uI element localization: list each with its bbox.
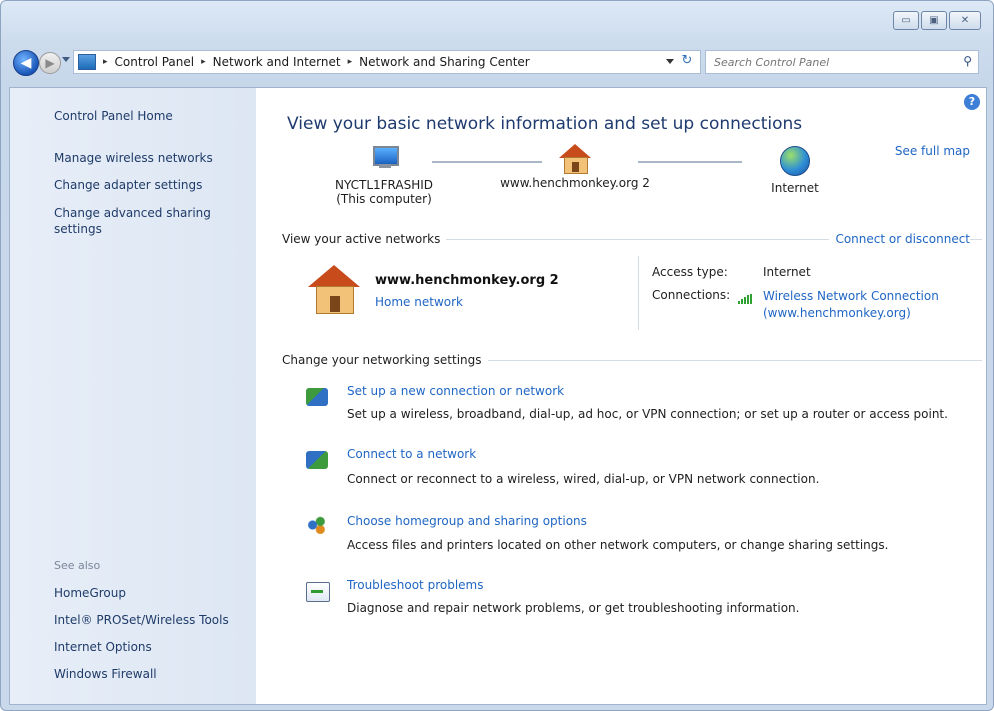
sidebar-control-panel-home[interactable]: Control Panel Home [54, 108, 173, 124]
internet-globe-icon [780, 146, 810, 176]
networking-settings-heading: Change your networking settings [282, 353, 488, 367]
network-name: www.henchmonkey.org 2 [500, 176, 650, 190]
computer-note: (This computer) [336, 192, 432, 206]
connection-name: Wireless Network Connection [763, 289, 939, 303]
close-button[interactable]: ✕ [949, 11, 981, 30]
sidebar-change-adapter-settings[interactable]: Change adapter settings [54, 177, 202, 193]
wireless-connection-link[interactable]: Wireless Network Connection (www.henchmo… [763, 288, 939, 322]
close-icon: ✕ [960, 15, 970, 26]
window: ▭ ▣ ✕ ◀ ▶ ▸ Control Panel ▸ Network and … [0, 0, 994, 711]
breadcrumb-separator[interactable]: ▸ [103, 57, 108, 67]
access-type-label: Access type: [652, 265, 728, 279]
caption-buttons: ▭ ▣ ✕ [891, 11, 981, 30]
maximize-button[interactable]: ▣ [921, 11, 947, 30]
internet-label: Internet [771, 181, 819, 195]
back-button[interactable]: ◀ [13, 50, 39, 76]
map-node-network[interactable]: www.henchmonkey.org 2 [480, 144, 670, 190]
connect-or-disconnect-link[interactable]: Connect or disconnect [829, 232, 970, 246]
see-full-map-link[interactable]: See full map [895, 144, 970, 158]
connections-label: Connections: [652, 288, 731, 302]
control-panel-icon [78, 54, 96, 70]
forward-button[interactable]: ▶ [39, 52, 61, 74]
map-node-computer[interactable]: NYCTL1FRASHID (This computer) [314, 146, 454, 206]
network-type-link[interactable]: Home network [375, 295, 463, 309]
search-icon[interactable]: ⚲ [963, 54, 972, 68]
task-homegroup-desc: Access files and printers located on oth… [347, 538, 889, 552]
main-pane: ? View your basic network information an… [256, 88, 986, 704]
task-connect-network-link[interactable]: Connect to a network [347, 447, 476, 461]
task-troubleshoot-link[interactable]: Troubleshoot problems [347, 578, 483, 592]
minimize-icon: ▭ [901, 15, 911, 26]
breadcrumb-separator[interactable]: ▸ [201, 57, 206, 67]
vertical-divider [638, 256, 639, 330]
address-bar[interactable]: ▸ Control Panel ▸ Network and Internet ▸… [73, 50, 701, 74]
refresh-icon: ↻ [681, 53, 693, 68]
forward-arrow-icon: ▶ [45, 56, 55, 70]
refresh-button[interactable]: ↻ [678, 53, 696, 69]
content-area: Control Panel Home Manage wireless netwo… [9, 87, 987, 705]
page-title: View your basic network information and … [287, 114, 803, 134]
access-type-value: Internet [763, 265, 811, 279]
map-node-internet[interactable]: Internet [755, 146, 835, 195]
task-homegroup-link[interactable]: Choose homegroup and sharing options [347, 514, 587, 528]
home-network-icon [559, 144, 591, 174]
homegroup-icon [306, 516, 328, 534]
wireless-signal-icon [738, 294, 752, 304]
active-networks-heading: View your active networks [282, 232, 447, 246]
see-also-intel-proset[interactable]: Intel® PROSet/Wireless Tools [54, 612, 229, 628]
active-network-name: www.henchmonkey.org 2 [375, 273, 559, 288]
computer-name: NYCTL1FRASHID [334, 178, 434, 192]
task-setup-connection-desc: Set up a wireless, broadband, dial-up, a… [347, 407, 948, 421]
breadcrumb-network-and-sharing-center[interactable]: Network and Sharing Center [359, 55, 530, 69]
sidebar-manage-wireless-networks[interactable]: Manage wireless networks [54, 150, 213, 166]
sidebar: Control Panel Home Manage wireless netwo… [10, 88, 256, 704]
connection-ssid: (www.henchmonkey.org) [763, 306, 911, 320]
task-setup-connection-link[interactable]: Set up a new connection or network [347, 384, 564, 398]
search-box[interactable]: ⚲ [705, 50, 979, 74]
connect-network-icon [306, 451, 328, 469]
computer-icon [369, 146, 399, 172]
active-network-icon [308, 265, 360, 314]
help-icon[interactable]: ? [964, 94, 980, 110]
maximize-icon: ▣ [929, 15, 939, 26]
new-connection-icon [306, 388, 328, 406]
troubleshoot-icon [306, 582, 330, 602]
see-also-windows-firewall[interactable]: Windows Firewall [54, 666, 157, 682]
task-troubleshoot-desc: Diagnose and repair network problems, or… [347, 601, 800, 615]
see-also-heading: See also [54, 559, 101, 572]
see-also-internet-options[interactable]: Internet Options [54, 639, 152, 655]
breadcrumb-separator[interactable]: ▸ [348, 57, 353, 67]
task-connect-network-desc: Connect or reconnect to a wireless, wire… [347, 472, 820, 486]
minimize-button[interactable]: ▭ [893, 11, 919, 30]
address-dropdown[interactable] [666, 59, 674, 64]
search-input[interactable] [706, 51, 946, 73]
title-bar: ▭ ▣ ✕ [1, 1, 993, 39]
see-also-homegroup[interactable]: HomeGroup [54, 585, 126, 601]
sidebar-change-advanced-sharing-settings[interactable]: Change advanced sharing settings [54, 205, 234, 237]
recent-pages-dropdown[interactable] [62, 57, 70, 62]
map-link-line [638, 161, 742, 163]
address-row: ◀ ▶ ▸ Control Panel ▸ Network and Intern… [1, 43, 993, 79]
back-arrow-icon: ◀ [20, 55, 32, 71]
breadcrumb-control-panel[interactable]: Control Panel [115, 55, 195, 69]
breadcrumb-network-and-internet[interactable]: Network and Internet [213, 55, 341, 69]
